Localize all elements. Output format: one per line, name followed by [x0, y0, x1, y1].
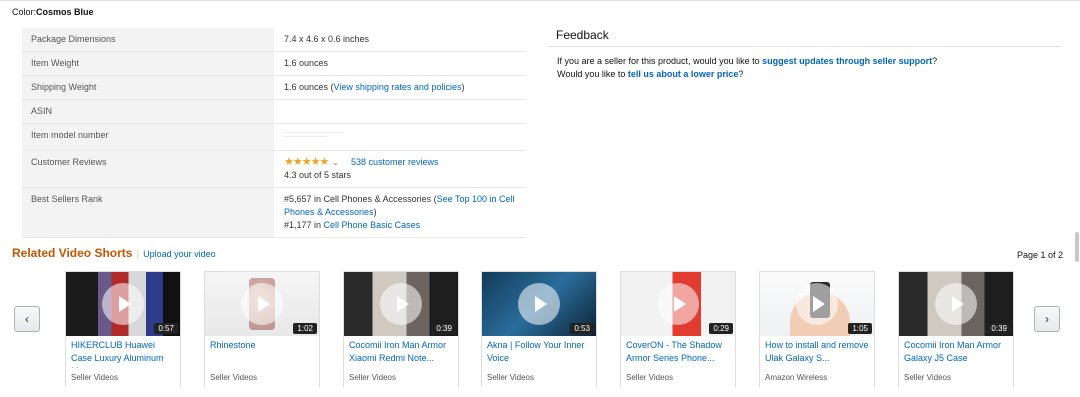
feedback-title: Feedback — [548, 28, 1062, 47]
detail-value — [274, 123, 526, 151]
page-indicator: Page 1 of 2 — [1016, 250, 1063, 260]
video-duration: 0:53 — [570, 323, 594, 334]
video-card[interactable]: 0:57 HIKERCLUB Huawei Case Luxury Alumin… — [65, 271, 181, 387]
detail-key: Customer Reviews — [22, 150, 274, 189]
table-row: Item model number — [22, 123, 526, 151]
table-row: ASIN — [22, 99, 526, 124]
category-link[interactable]: Cell Phone Basic Cases — [324, 220, 421, 230]
play-icon[interactable] — [657, 283, 699, 325]
detail-value: 1.6 ounces — [274, 51, 526, 76]
detail-key: ASIN — [22, 99, 274, 124]
play-icon[interactable] — [796, 283, 838, 325]
video-thumbnail[interactable]: 0:39 — [899, 272, 1013, 336]
carousel-next-button[interactable]: › — [1034, 306, 1060, 332]
video-duration: 1:02 — [293, 323, 317, 334]
video-source: Seller Videos — [349, 373, 396, 382]
detail-key: Item Weight — [22, 51, 274, 76]
video-thumbnail[interactable]: 1:05 — [760, 272, 874, 336]
detail-key: Shipping Weight — [22, 75, 274, 100]
feedback-section: Feedback If you are a seller for this pr… — [548, 28, 1062, 81]
color-value: Cosmos Blue — [36, 7, 94, 17]
redacted-value — [284, 129, 344, 141]
video-source: Seller Videos — [904, 373, 951, 382]
video-thumbnail[interactable]: 0:53 — [482, 272, 596, 336]
carousel-prev-button[interactable]: ‹ — [14, 306, 40, 332]
video-source: Seller Videos — [487, 373, 534, 382]
video-duration: 0:29 — [709, 323, 733, 334]
detail-value: 7.4 x 4.6 x 0.6 inches — [274, 28, 526, 52]
video-title[interactable]: Akna | Follow Your Inner Voice — [482, 336, 596, 368]
video-source: Seller Videos — [71, 373, 118, 382]
detail-value: ★★★★★ ⌄ 538 customer reviews 4.3 out of 5 … — [274, 150, 526, 189]
customer-reviews-link[interactable]: 538 customer reviews — [351, 157, 439, 167]
video-card[interactable]: 0:39 Cocomii Iron Man Armor Xiaomi Redmi… — [343, 271, 459, 387]
video-title[interactable]: HIKERCLUB Huawei Case Luxury Aluminum Me… — [66, 336, 180, 368]
lower-price-link[interactable]: tell us about a lower price — [628, 69, 739, 79]
play-icon[interactable] — [380, 283, 422, 325]
video-duration: 0:39 — [987, 323, 1011, 334]
detail-value: 1.6 ounces (View shipping rates and poli… — [274, 75, 526, 100]
detail-key: Package Dimensions — [22, 28, 274, 52]
product-details-table: Package Dimensions 7.4 x 4.6 x 0.6 inche… — [22, 28, 526, 239]
video-card[interactable]: 0:29 CoverON - The Shadow Armor Series P… — [620, 271, 736, 387]
detail-value: #5,657 in Cell Phones & Accessories (See… — [274, 187, 526, 239]
video-card[interactable]: 1:05 How to install and remove Ulak Gala… — [759, 271, 875, 387]
video-title[interactable]: Cocomii Iron Man Armor Xiaomi Redmi Note… — [344, 336, 458, 368]
rating-text: 4.3 out of 5 stars — [284, 170, 352, 181]
chevron-right-icon: › — [1045, 312, 1049, 326]
video-duration: 0:39 — [432, 323, 456, 334]
table-row: Shipping Weight 1.6 ounces (View shippin… — [22, 75, 526, 100]
chevron-down-icon[interactable]: ⌄ — [332, 158, 339, 167]
star-rating-icon[interactable]: ★★★★★ — [284, 156, 329, 169]
video-card[interactable]: 0:39 Cocomii Iron Man Armor Galaxy J5 Ca… — [898, 271, 1014, 387]
feedback-line: If you are a seller for this product, wo… — [557, 56, 938, 66]
color-selection: Color:Cosmos Blue — [12, 7, 94, 17]
table-row: Customer Reviews ★★★★★ ⌄ 538 customer revi… — [22, 150, 526, 189]
video-card[interactable]: 1:02 Rhinestone Seller Videos — [204, 271, 320, 387]
video-thumbnail[interactable]: 0:57 — [66, 272, 180, 336]
table-row: Item Weight 1.6 ounces — [22, 51, 526, 76]
video-title[interactable]: Cocomii Iron Man Armor Galaxy J5 Case — [899, 336, 1013, 368]
play-icon[interactable] — [518, 283, 560, 325]
detail-key: Best Sellers Rank — [22, 187, 274, 239]
play-icon[interactable] — [935, 283, 977, 325]
video-duration: 0:57 — [154, 323, 178, 334]
play-icon[interactable] — [102, 283, 144, 325]
seller-support-link[interactable]: suggest updates through seller support — [762, 56, 932, 66]
shipping-rates-link[interactable]: View shipping rates and policies — [334, 82, 462, 92]
video-source: Seller Videos — [626, 373, 673, 382]
detail-key: Item model number — [22, 123, 274, 151]
video-duration: 1:05 — [848, 323, 872, 334]
related-videos-heading: Related Video Shorts | Upload your video — [12, 246, 216, 260]
upload-video-link[interactable]: Upload your video — [143, 249, 216, 259]
video-source: Amazon Wireless — [765, 373, 828, 382]
video-card[interactable]: 0:53 Akna | Follow Your Inner Voice Sell… — [481, 271, 597, 387]
video-title[interactable]: How to install and remove Ulak Galaxy S.… — [760, 336, 874, 368]
table-row: Package Dimensions 7.4 x 4.6 x 0.6 inche… — [22, 28, 526, 52]
chevron-left-icon: ‹ — [25, 312, 29, 326]
video-source: Seller Videos — [210, 373, 257, 382]
video-title[interactable]: Rhinestone — [205, 336, 319, 368]
top-divider — [0, 0, 1080, 2]
video-thumbnail[interactable]: 0:29 — [621, 272, 735, 336]
play-icon[interactable] — [241, 283, 283, 325]
table-row: Best Sellers Rank #5,657 in Cell Phones … — [22, 187, 526, 239]
video-thumbnail[interactable]: 0:39 — [344, 272, 458, 336]
page-scrollbar[interactable] — [1075, 232, 1079, 262]
video-title[interactable]: CoverON - The Shadow Armor Series Phone.… — [621, 336, 735, 368]
video-thumbnail[interactable]: 1:02 — [205, 272, 319, 336]
detail-value — [274, 99, 526, 124]
feedback-line: Would you like to tell us about a lower … — [557, 69, 744, 79]
